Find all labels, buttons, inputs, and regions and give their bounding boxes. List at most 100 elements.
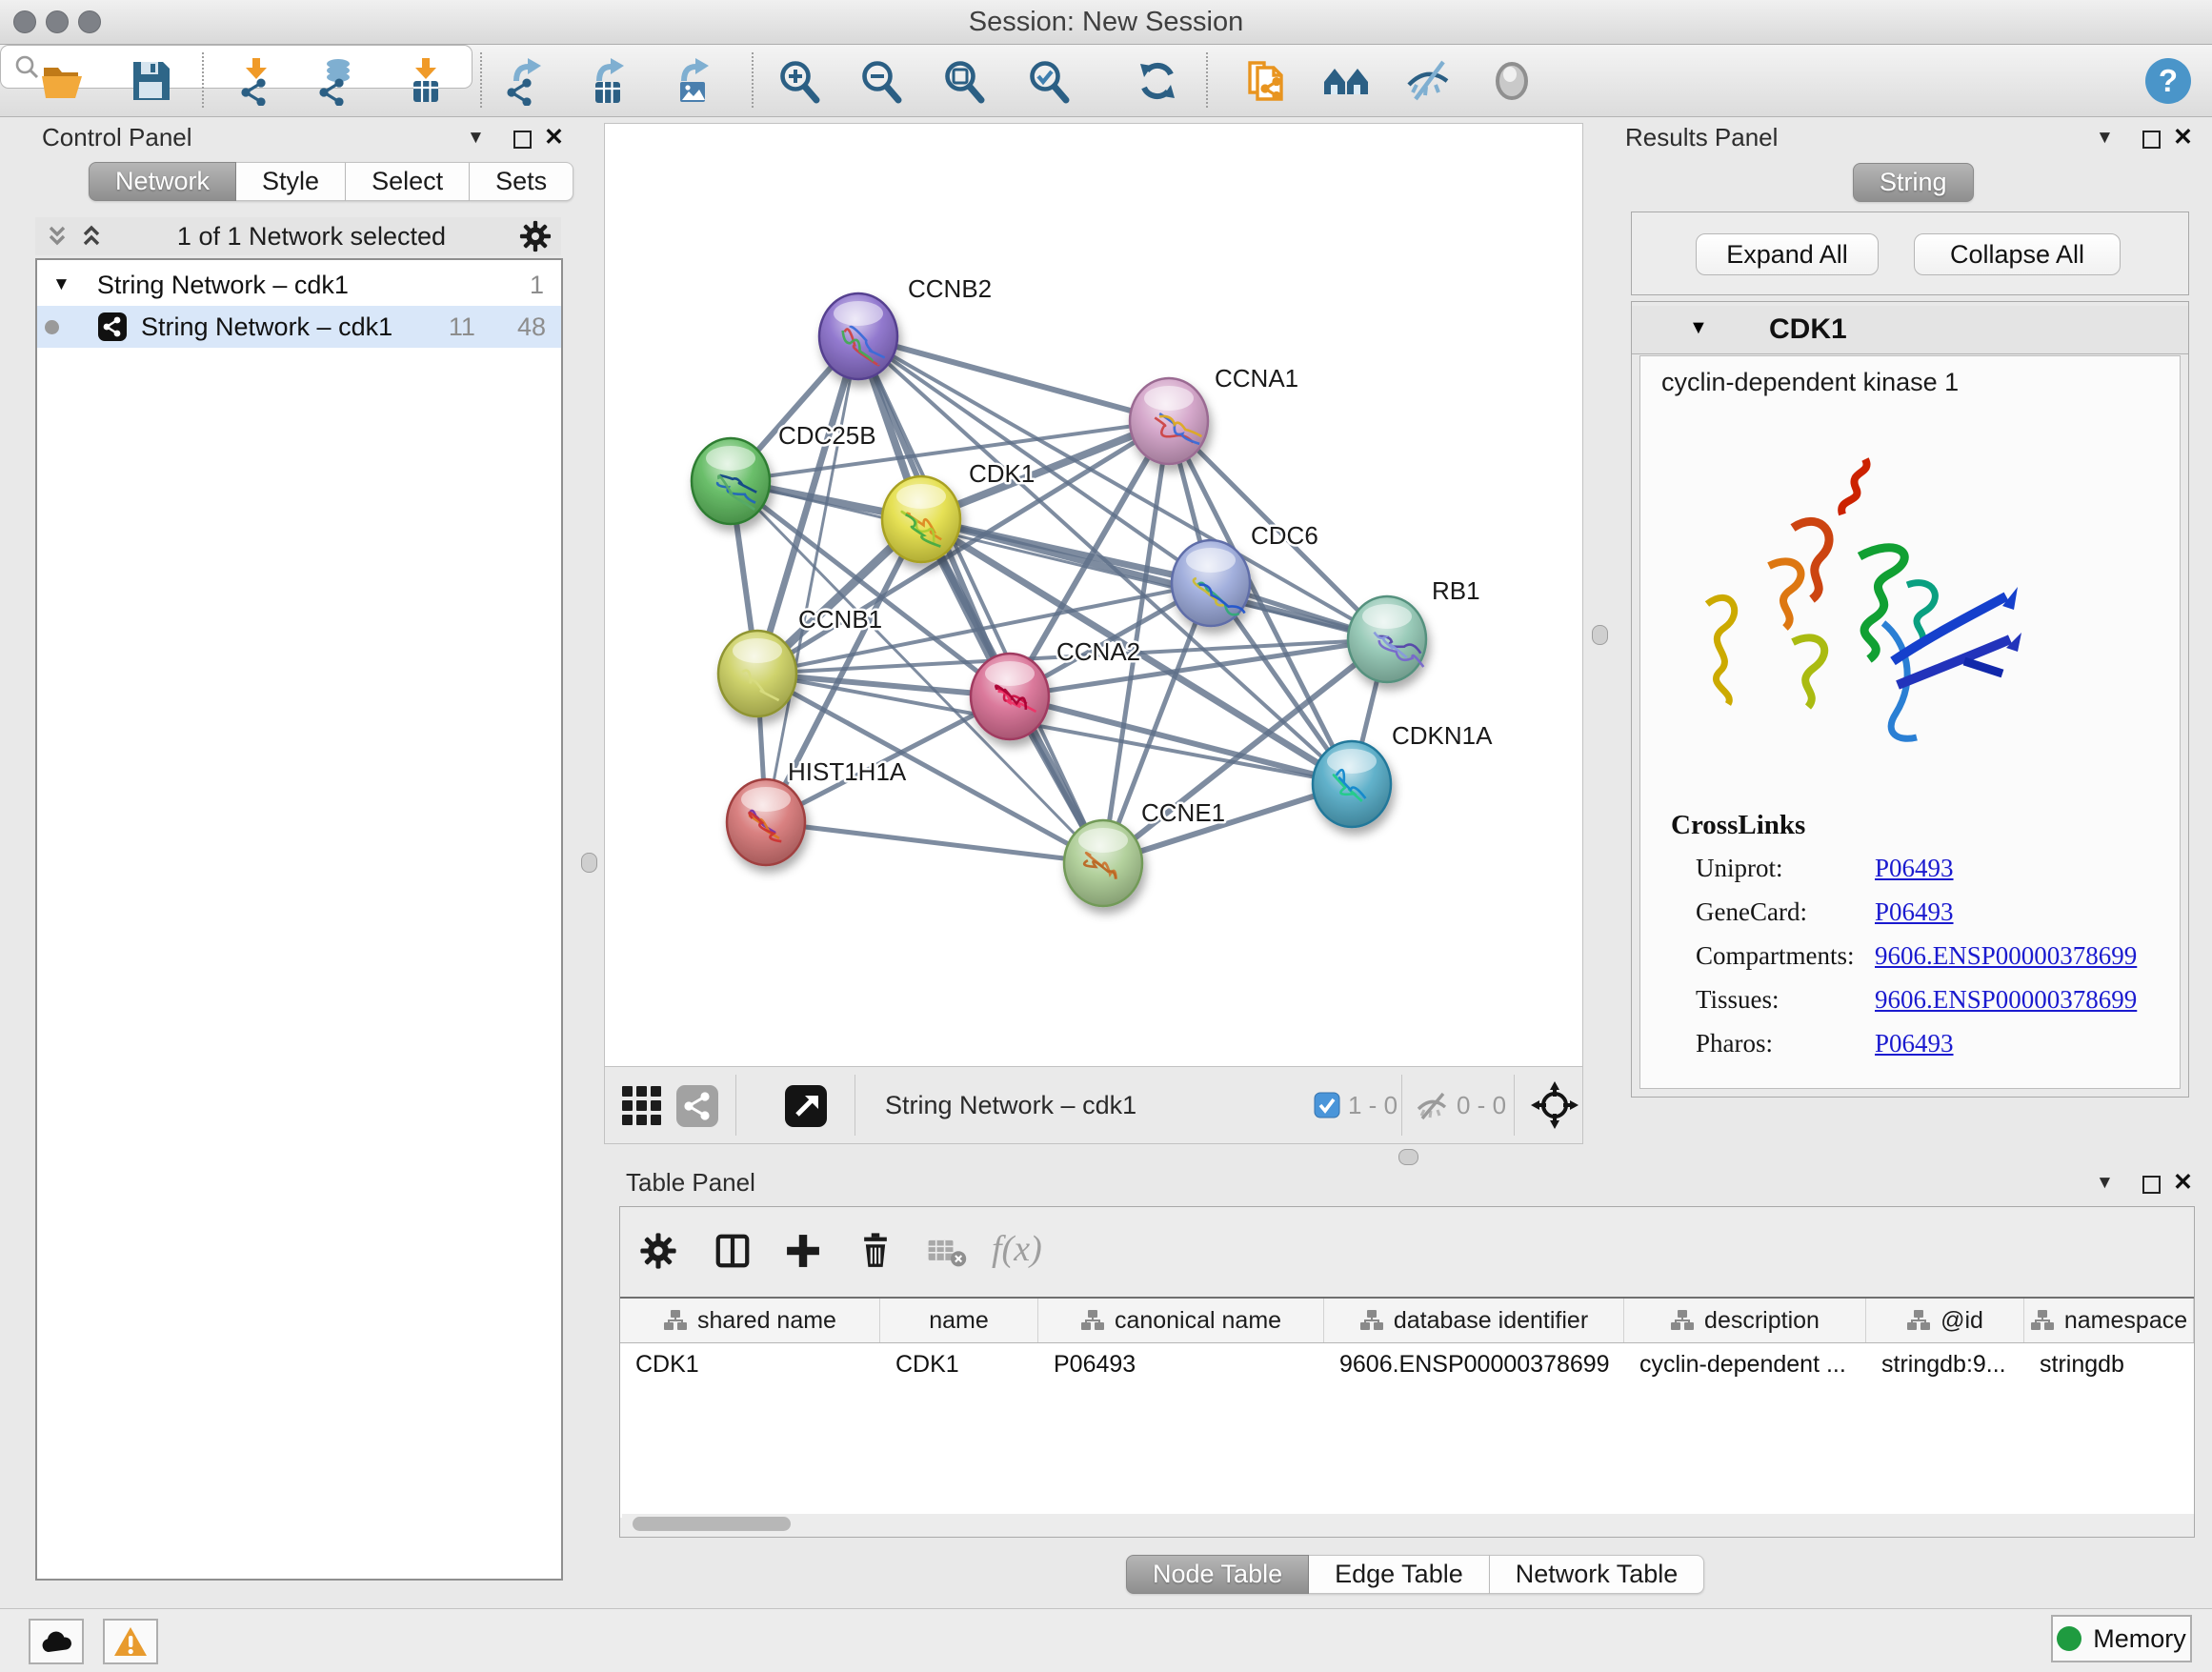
network-edge[interactable] bbox=[766, 822, 1103, 863]
column-header-name[interactable]: name bbox=[880, 1299, 1038, 1342]
table-cell[interactable]: CDK1 bbox=[880, 1343, 1038, 1386]
network-collection-row[interactable]: ▼ String Network – cdk1 1 bbox=[37, 264, 561, 306]
node-count: 11 bbox=[449, 312, 475, 342]
tab-sets[interactable]: Sets bbox=[470, 162, 573, 201]
tab-string[interactable]: String bbox=[1853, 163, 1974, 202]
table-panel-menu-icon[interactable]: ▼ bbox=[2096, 1170, 2114, 1197]
network-canvas[interactable]: CCNB2 CCNA1 CDC25B CDK1 CDC6 RB1 CCNB1 bbox=[604, 123, 1583, 1067]
zoom-out-icon[interactable] bbox=[857, 56, 907, 106]
edge-count: 48 bbox=[517, 312, 546, 342]
network-row[interactable]: String Network – cdk1 11 48 bbox=[37, 306, 561, 348]
collapse-all-button[interactable]: Collapse All bbox=[1914, 233, 2121, 275]
network-node-CDKN1A[interactable]: CDKN1A bbox=[1313, 721, 1493, 827]
crosslink-link[interactable]: P06493 bbox=[1875, 854, 1954, 883]
bottom-splitter-handle[interactable] bbox=[1398, 1149, 1418, 1165]
toolbar-separator bbox=[1206, 52, 1208, 108]
status-bar: Memory bbox=[0, 1608, 2212, 1672]
control-panel-menu-icon[interactable]: ▼ bbox=[467, 125, 485, 151]
network-graph[interactable]: CCNB2 CCNA1 CDC25B CDK1 CDC6 RB1 CCNB1 bbox=[605, 124, 1582, 1066]
network-node-CCNA1[interactable]: CCNA1 bbox=[1130, 364, 1298, 464]
eye-icon[interactable] bbox=[1487, 56, 1537, 106]
gear-icon[interactable] bbox=[517, 218, 553, 254]
toolbar-separator bbox=[735, 1075, 736, 1136]
birds-eye-view-icon[interactable] bbox=[1531, 1081, 1579, 1129]
crosslink-link[interactable]: 9606.ENSP00000378699 bbox=[1875, 985, 2137, 1015]
zoom-in-icon[interactable] bbox=[775, 56, 825, 106]
tab-select[interactable]: Select bbox=[346, 162, 470, 201]
column-header-@id[interactable]: @id bbox=[1866, 1299, 2024, 1342]
right-splitter-handle[interactable] bbox=[1592, 625, 1608, 645]
tab-network-table[interactable]: Network Table bbox=[1490, 1555, 1705, 1594]
zoom-selected-icon[interactable] bbox=[1025, 56, 1075, 106]
tab-node-table[interactable]: Node Table bbox=[1126, 1555, 1309, 1594]
export-view-icon[interactable] bbox=[784, 1084, 828, 1128]
refresh-icon[interactable] bbox=[1133, 56, 1182, 106]
table-cell[interactable]: stringdb:9... bbox=[1866, 1343, 2024, 1386]
tab-edge-table[interactable]: Edge Table bbox=[1309, 1555, 1490, 1594]
crosslink-link[interactable]: P06493 bbox=[1875, 897, 1954, 927]
table-row[interactable]: CDK1CDK1P064939606.ENSP00000378699cyclin… bbox=[620, 1343, 2194, 1386]
table-panel-tabs: Node TableEdge TableNetwork Table bbox=[1126, 1555, 1704, 1594]
houses-icon[interactable] bbox=[1321, 56, 1371, 106]
tab-style[interactable]: Style bbox=[236, 162, 346, 201]
section-expander-icon[interactable]: ▼ bbox=[1689, 317, 1708, 339]
collapse-all-chevron-icon[interactable] bbox=[43, 222, 71, 251]
eye-slash-icon[interactable] bbox=[1404, 56, 1454, 106]
network-node-HIST1H1A[interactable]: HIST1H1A bbox=[727, 757, 907, 865]
export-network-icon[interactable] bbox=[499, 56, 549, 106]
column-type-icon bbox=[2030, 1309, 2055, 1332]
show-columns-icon[interactable] bbox=[712, 1230, 754, 1272]
tree-expander-icon[interactable]: ▼ bbox=[52, 274, 70, 295]
table-cell[interactable]: stringdb bbox=[2024, 1343, 2194, 1386]
table-panel-float-icon[interactable] bbox=[2142, 1176, 2161, 1194]
control-panel-close-icon[interactable]: ✕ bbox=[544, 125, 564, 150]
column-header-namespace[interactable]: namespace bbox=[2024, 1299, 2194, 1342]
help-icon[interactable]: ? bbox=[2143, 56, 2193, 106]
table-panel-close-icon[interactable]: ✕ bbox=[2173, 1170, 2193, 1195]
cdk1-section-header[interactable]: ▼ CDK1 bbox=[1632, 306, 2188, 354]
selected-checkbox-icon[interactable] bbox=[1314, 1092, 1340, 1118]
svg-text:?: ? bbox=[2159, 63, 2178, 98]
share-view-icon[interactable] bbox=[675, 1084, 719, 1128]
open-session-icon[interactable] bbox=[38, 56, 88, 106]
network-node-RB1[interactable]: RB1 bbox=[1348, 576, 1480, 682]
table-settings-gear-icon[interactable] bbox=[637, 1230, 679, 1272]
table-cell[interactable]: 9606.ENSP00000378699 bbox=[1324, 1343, 1624, 1386]
import-network-file-icon[interactable] bbox=[231, 56, 281, 106]
delete-column-icon[interactable] bbox=[855, 1230, 896, 1272]
document-share-icon[interactable] bbox=[1241, 56, 1291, 106]
results-controls-box: Expand All Collapse All bbox=[1631, 212, 2189, 295]
control-panel-float-icon[interactable] bbox=[513, 131, 532, 149]
column-header-description[interactable]: description bbox=[1624, 1299, 1866, 1342]
expand-all-button[interactable]: Expand All bbox=[1696, 233, 1879, 275]
expand-all-chevron-icon[interactable] bbox=[77, 222, 106, 251]
save-session-icon[interactable] bbox=[126, 56, 175, 106]
tab-network[interactable]: Network bbox=[89, 162, 236, 201]
cloud-button[interactable] bbox=[29, 1619, 84, 1664]
table-hscrollbar-thumb[interactable] bbox=[633, 1517, 791, 1531]
table-cell[interactable]: P06493 bbox=[1038, 1343, 1324, 1386]
import-network-database-icon[interactable] bbox=[312, 56, 361, 106]
column-header-canonical-name[interactable]: canonical name bbox=[1038, 1299, 1324, 1342]
column-header-shared-name[interactable]: shared name bbox=[620, 1299, 880, 1342]
export-image-icon[interactable] bbox=[667, 56, 716, 106]
warning-button[interactable] bbox=[103, 1619, 158, 1664]
memory-button[interactable]: Memory bbox=[2051, 1615, 2192, 1662]
table-cell[interactable]: cyclin-dependent ... bbox=[1624, 1343, 1866, 1386]
results-panel-float-icon[interactable] bbox=[2142, 131, 2161, 149]
table-cell[interactable]: CDK1 bbox=[620, 1343, 880, 1386]
grid-view-icon[interactable] bbox=[620, 1084, 664, 1128]
add-column-icon[interactable] bbox=[782, 1230, 824, 1272]
crosslink-link[interactable]: P06493 bbox=[1875, 1029, 1954, 1058]
cdk1-section-content: cyclin-dependent kinase 1 CrossLinks Uni… bbox=[1639, 355, 2181, 1089]
main-toolbar: ? bbox=[0, 45, 2212, 117]
column-header-database-identifier[interactable]: database identifier bbox=[1324, 1299, 1624, 1342]
left-splitter-handle[interactable] bbox=[581, 853, 597, 873]
import-table-icon[interactable] bbox=[401, 56, 451, 106]
results-panel-menu-icon[interactable]: ▼ bbox=[2096, 125, 2114, 151]
crosslink-link[interactable]: 9606.ENSP00000378699 bbox=[1875, 941, 2137, 971]
network-edge[interactable] bbox=[766, 336, 858, 822]
export-table-icon[interactable] bbox=[582, 56, 632, 106]
results-panel-close-icon[interactable]: ✕ bbox=[2173, 125, 2193, 150]
zoom-fit-icon[interactable] bbox=[940, 56, 990, 106]
